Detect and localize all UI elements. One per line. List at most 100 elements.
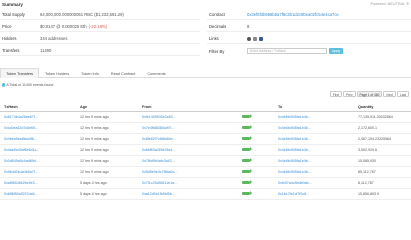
- quantity-cell: 3,592,929.6: [358, 148, 377, 152]
- age-cell: 12 hrs 9 mins ago: [80, 159, 109, 163]
- holders-label: Holders: [2, 36, 17, 41]
- col-to: To: [278, 104, 283, 109]
- age-cell: 5 days 4 hrs ago: [80, 181, 107, 185]
- summary-title: Summary: [2, 2, 23, 7]
- age-cell: 5 days 4 hrs ago: [80, 192, 107, 196]
- globe-icon[interactable]: [247, 36, 251, 41]
- table-row: 0x9b4d2b4a4b5a7f... 12 hrs 9 mins ago 0x…: [0, 167, 411, 178]
- arrow-right-icon: [242, 169, 252, 174]
- price-change: (-22.18%): [88, 24, 108, 29]
- from-address-link[interactable]: 0xfe1409930e3c83...: [142, 115, 242, 119]
- events-found: A Total of 11490 events found: [2, 83, 53, 87]
- events-found-text: A Total of 11490 events found: [6, 83, 54, 87]
- tab-token-info[interactable]: Token Info: [75, 68, 105, 78]
- contract-address-link[interactable]: 0x3ef6f3b958b5a7f8c3b1d2c9bea02fc54e4ca7…: [247, 12, 339, 17]
- mail-icon[interactable]: [253, 36, 257, 41]
- table-header: TxHash Age From To Quantity: [0, 102, 411, 112]
- tab-comments[interactable]: Comments: [141, 68, 171, 78]
- quantity-cell: 77,135,911.00032864: [358, 115, 393, 119]
- transfers-value: 11490: [40, 48, 52, 53]
- links-label: Links: [209, 36, 219, 41]
- table-row: 0x6ff6f50c8237da5... 5 days 4 hrs ago 0x…: [0, 189, 411, 200]
- filter-row: Filter By Enter Address / TxHash Apply: [207, 46, 411, 56]
- from-address-link[interactable]: 0x66f63a269e35e1...: [142, 148, 242, 152]
- total-supply-value: 64,000,000.000000051 RBC ($1,233,591.29): [40, 12, 124, 17]
- transfers-row: Transfers 11490: [0, 46, 200, 56]
- filter-input[interactable]: Enter Address / TxHash: [247, 48, 327, 54]
- table-row: 0x4ae5cd3af6e6d1c... 12 hrs 9 mins ago 0…: [0, 145, 411, 156]
- arrow-right-icon: [242, 180, 252, 185]
- from-address-link[interactable]: 0x7f1c25c56811b1a...: [142, 181, 242, 185]
- arrow-right-icon: [242, 125, 252, 130]
- age-cell: 12 hrs 9 mins ago: [80, 126, 109, 130]
- transfers-table: TxHash Age From To Quantity 0x8174b4a28a…: [0, 102, 411, 200]
- txhash-link[interactable]: 0x9b4d2b4a4b5a7f...: [0, 170, 80, 174]
- txhash-link[interactable]: 0xa8f6546b2bc9e3...: [0, 181, 80, 185]
- contract-label: Contract: [209, 12, 225, 17]
- transfers-label: Transfers: [2, 48, 20, 53]
- apply-button[interactable]: Apply: [329, 48, 343, 54]
- to-address-link[interactable]: 0x64f7a4c5bdb0ab...: [278, 181, 358, 185]
- from-address-link[interactable]: 0x8fe82f7cf86b84e...: [142, 137, 242, 141]
- age-cell: 12 hrs 9 mins ago: [80, 137, 109, 141]
- txhash-link[interactable]: 0x6ff6f50c8237da5...: [0, 192, 80, 196]
- price-label: Price: [2, 24, 12, 29]
- to-address-link[interactable]: 0x4e8b4f45fa1e4b...: [278, 126, 358, 130]
- from-address-link[interactable]: 0xa12d0e1fb5bf5b...: [142, 192, 242, 196]
- price-value: $0.0147 @ 0.000025 Eth: [40, 24, 87, 29]
- txhash-link[interactable]: 0x8174b4a28ae67f...: [0, 115, 80, 119]
- info-icon: [2, 83, 6, 87]
- age-cell: 12 hrs 9 mins ago: [80, 115, 109, 119]
- col-from: From: [142, 104, 152, 109]
- table-row: 0x4bea5ea8fad4f6... 12 hrs 9 mins ago 0x…: [0, 134, 411, 145]
- tab-token-holders[interactable]: Token Holders: [39, 68, 75, 78]
- token-page: Summary Powered: NEUTRAL ® Total Supply …: [0, 0, 411, 216]
- to-address-link[interactable]: 0x4e8b4f45fa1e4b...: [278, 137, 358, 141]
- txhash-link[interactable]: 0xcc0ea42d7c6eb5...: [0, 126, 80, 130]
- age-cell: 12 hrs 9 mins ago: [80, 170, 109, 174]
- first-page-button[interactable]: First: [329, 91, 342, 97]
- tab-bar: Token Transfers Token Holders Token Info…: [0, 68, 411, 78]
- contract-row: Contract 0x3ef6f3b958b5a7f8c3b1d2c9bea02…: [207, 10, 411, 20]
- next-page-button[interactable]: Next: [383, 91, 396, 97]
- txhash-link[interactable]: 0x4ae5cd3af6e6d1c...: [0, 148, 80, 152]
- table-row: 0x0d649a5c4ad89d... 12 hrs 9 mins ago 0x…: [0, 156, 411, 167]
- table-row: 0xa8f6546b2bc9e3... 5 days 4 hrs ago 0x7…: [0, 178, 411, 189]
- prev-page-button[interactable]: Prev: [342, 91, 356, 97]
- txhash-link[interactable]: 0x0d649a5c4ad89d...: [0, 159, 80, 163]
- to-address-link[interactable]: 0x4e8b4f45fa1e4b...: [278, 170, 358, 174]
- to-address-link[interactable]: 0x4e8b4f45fa1e4b...: [278, 115, 358, 119]
- price-row: Price $0.0147 @ 0.000025 Eth (-22.18%): [0, 22, 200, 32]
- from-address-link[interactable]: 0x7f6d9b4afc3a43...: [142, 159, 242, 163]
- from-address-link[interactable]: 0x5d5e9e4c7f8ba0c...: [142, 170, 242, 174]
- col-txhash: TxHash: [4, 104, 18, 109]
- to-address-link[interactable]: 0x4e8b4f45fa1e4b...: [278, 159, 358, 163]
- links-row: Links: [207, 34, 411, 44]
- arrow-right-icon: [242, 158, 252, 163]
- filter-label: Filter By: [209, 48, 225, 54]
- quantity-cell: 2,172,600.1: [358, 126, 377, 130]
- txhash-link[interactable]: 0x4bea5ea8fad4f6...: [0, 137, 80, 141]
- tab-read-contract[interactable]: Read Contract: [105, 68, 141, 78]
- decimals-row: Decimals 8: [207, 22, 411, 32]
- arrow-right-icon: [242, 136, 252, 141]
- total-supply-label: Total Supply: [2, 12, 25, 17]
- last-page-button[interactable]: Last: [396, 91, 409, 97]
- quantity-cell: 2,467,194.23325964: [358, 137, 391, 141]
- arrow-right-icon: [242, 147, 252, 152]
- to-address-link[interactable]: 0x4e8b4f45fa1e4b...: [278, 148, 358, 152]
- social-links: [247, 36, 263, 41]
- summary-header: Summary Powered: NEUTRAL ®: [2, 2, 409, 8]
- from-address-link[interactable]: 0x7e4ffd8380cd97...: [142, 126, 242, 130]
- powered-by-label: Powered: NEUTRAL ®: [370, 2, 409, 6]
- holders-value: 344 addresses: [40, 36, 68, 41]
- quantity-cell: 8,112,787: [358, 181, 374, 185]
- holders-row: Holders 344 addresses: [0, 34, 200, 44]
- pagination: First Prev Page 1 of 460 Next Last: [329, 91, 409, 97]
- to-address-link[interactable]: 0x1bc7fe1cf7f0c8...: [278, 192, 358, 196]
- quantity-cell: 85,112,787: [358, 170, 376, 174]
- summary-panel: Total Supply 64,000,000.000000051 RBC ($…: [0, 10, 411, 62]
- facebook-icon[interactable]: [259, 36, 263, 41]
- tab-token-transfers[interactable]: Token Transfers: [0, 68, 40, 78]
- arrow-right-icon: [242, 114, 252, 119]
